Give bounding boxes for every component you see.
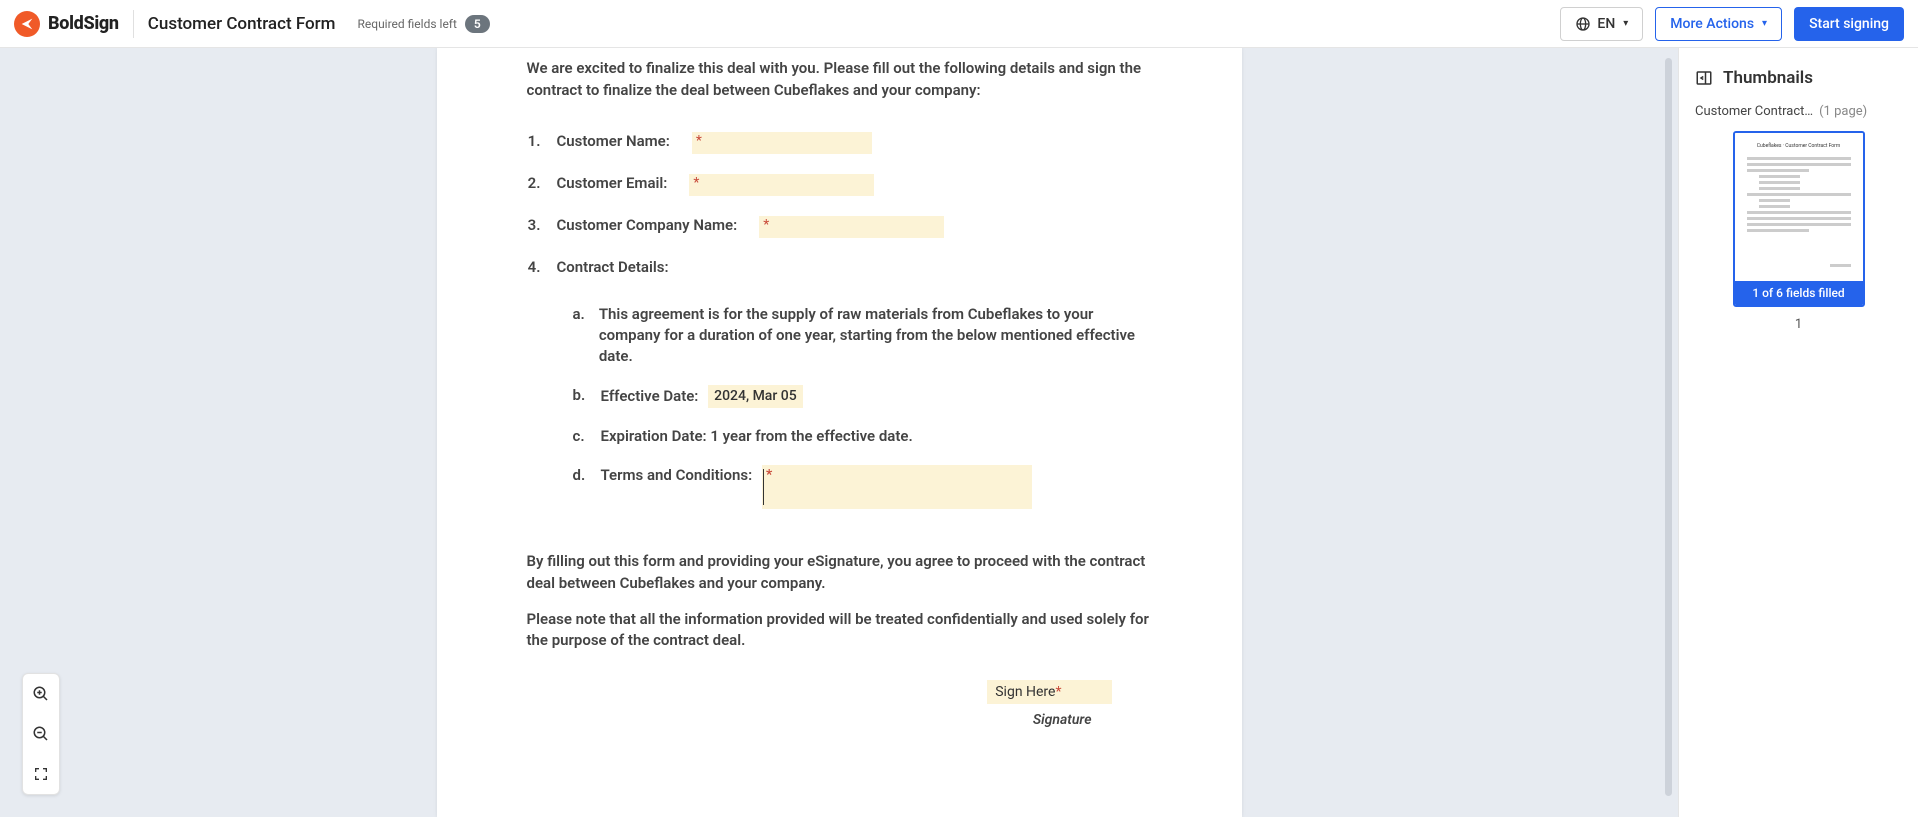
zoom-out-button[interactable]	[23, 714, 59, 754]
terms-label: Terms and Conditions:	[601, 466, 753, 484]
required-fields-label: Required fields left	[357, 17, 456, 31]
brand-logo: BoldSign	[14, 11, 119, 37]
confidentiality-paragraph: Please note that all the information pro…	[527, 609, 1152, 653]
panel-collapse-icon[interactable]	[1695, 69, 1713, 87]
signature-input[interactable]: Sign Here*	[987, 680, 1111, 704]
list-item: 2. Customer Email: *	[527, 174, 1152, 196]
zoom-in-button[interactable]	[23, 674, 59, 714]
more-actions-label: More Actions	[1670, 16, 1754, 32]
divider	[133, 10, 134, 38]
field-label-contract-details: Contract Details:	[557, 258, 669, 276]
language-selector[interactable]: EN ▾	[1560, 7, 1643, 41]
fullscreen-button[interactable]	[23, 754, 59, 794]
customer-name-input[interactable]: *	[692, 132, 872, 154]
thumbnail-page-number: 1	[1695, 317, 1902, 332]
required-fields-count: 5	[465, 15, 490, 33]
list-item: d. Terms and Conditions: *	[573, 465, 1152, 509]
main-layout: We are excited to finalize this deal wit…	[0, 48, 1918, 817]
zoom-controls	[22, 673, 60, 795]
page-thumbnail[interactable]: Cubeflakes · Customer Contract Form 1 of…	[1733, 131, 1865, 307]
required-fields-indicator: Required fields left 5	[357, 15, 489, 33]
list-item: c. Expiration Date: 1 year from the effe…	[573, 426, 1152, 447]
thumbnail-status: 1 of 6 fields filled	[1735, 281, 1863, 305]
header-actions: EN ▾ More Actions ▾ Start signing	[1560, 7, 1904, 41]
list-item: 4. Contract Details: a. This agreement i…	[527, 258, 1152, 528]
thumbnail-page-count: (1 page)	[1819, 104, 1867, 119]
thumbnail-doc-info: Customer Contract… (1 page)	[1695, 104, 1902, 119]
chevron-down-icon: ▾	[1762, 18, 1767, 29]
thumbnail-preview: Cubeflakes · Customer Contract Form	[1735, 133, 1863, 281]
language-label: EN	[1597, 16, 1615, 32]
chevron-down-icon: ▾	[1623, 18, 1628, 29]
agreement-text: This agreement is for the supply of raw …	[599, 304, 1152, 367]
zoom-in-icon	[32, 685, 50, 703]
list-item: 3. Customer Company Name: *	[527, 216, 1152, 238]
thumbnail-doc-name: Customer Contract…	[1695, 104, 1813, 119]
list-item: b. Effective Date: 2024, Mar 05	[573, 385, 1152, 409]
signature-area: Sign Here* Signature	[527, 680, 1152, 728]
thumbnails-panel: Thumbnails Customer Contract… (1 page) C…	[1678, 48, 1918, 817]
form-field-list: 1. Customer Name: * 2. Customer Email: *…	[527, 132, 1152, 528]
field-label-customer-name: Customer Name:	[557, 132, 670, 154]
list-item: a. This agreement is for the supply of r…	[573, 304, 1152, 367]
list-item: 1. Customer Name: *	[527, 132, 1152, 154]
fullscreen-icon	[33, 766, 49, 782]
company-name-input[interactable]: *	[759, 216, 944, 238]
effective-date-input[interactable]: 2024, Mar 05	[708, 385, 803, 409]
field-label-company-name: Customer Company Name:	[557, 216, 738, 238]
thumbnails-title: Thumbnails	[1723, 68, 1813, 88]
document-title: Customer Contract Form	[148, 14, 336, 34]
globe-icon	[1575, 16, 1591, 32]
agreement-paragraph: By filling out this form and providing y…	[527, 551, 1152, 595]
contract-details-sublist: a. This agreement is for the supply of r…	[573, 304, 1152, 528]
intro-paragraph: We are excited to finalize this deal wit…	[527, 58, 1152, 102]
app-header: BoldSign Customer Contract Form Required…	[0, 0, 1918, 48]
terms-conditions-input[interactable]: *	[762, 465, 1032, 509]
effective-date-label: Effective Date:	[601, 386, 699, 404]
scrollbar[interactable]	[1665, 58, 1672, 796]
customer-email-input[interactable]: *	[689, 174, 874, 196]
brand-name: BoldSign	[48, 13, 119, 34]
signature-caption: Signature	[527, 712, 1112, 728]
expiration-date-text: Expiration Date: 1 year from the effecti…	[601, 426, 913, 447]
text-caret	[763, 469, 764, 505]
field-label-customer-email: Customer Email:	[557, 174, 668, 196]
thumbnails-header: Thumbnails	[1695, 68, 1902, 88]
start-signing-button[interactable]: Start signing	[1794, 7, 1904, 41]
more-actions-button[interactable]: More Actions ▾	[1655, 7, 1782, 41]
document-viewer[interactable]: We are excited to finalize this deal wit…	[0, 48, 1678, 817]
document-page: We are excited to finalize this deal wit…	[437, 48, 1242, 817]
zoom-out-icon	[32, 725, 50, 743]
boldsign-logo-icon	[14, 11, 40, 37]
